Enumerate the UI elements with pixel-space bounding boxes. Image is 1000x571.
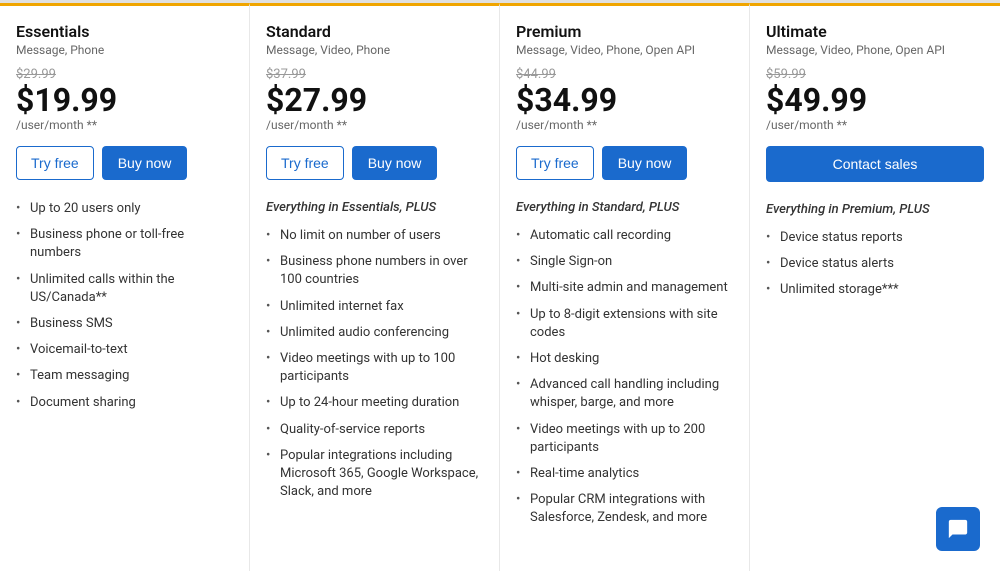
plan-original-price-premium: $44.99	[516, 67, 733, 82]
plan-tagline-essentials: Message, Phone	[16, 43, 233, 57]
plan-original-price-standard: $37.99	[266, 67, 483, 82]
list-item: Single Sign-on	[516, 253, 733, 271]
plan-name-standard: Standard	[266, 22, 483, 41]
plan-price-note-ultimate: /user/month **	[766, 118, 984, 132]
plan-col-ultimate: Ultimate Message, Video, Phone, Open API $…	[750, 3, 1000, 571]
list-item: Unlimited audio conferencing	[266, 324, 483, 342]
list-item: Real-time analytics	[516, 465, 733, 483]
plan-price-note-essentials: /user/month **	[16, 118, 233, 132]
try-free-button-premium[interactable]: Try free	[516, 146, 594, 180]
chat-widget[interactable]	[936, 507, 980, 551]
list-item: No limit on number of users	[266, 227, 483, 245]
try-free-button-essentials[interactable]: Try free	[16, 146, 94, 180]
btn-group-essentials: Try freeBuy now	[16, 146, 233, 180]
list-item: Video meetings with up to 200 participan…	[516, 421, 733, 457]
plan-col-premium: Premium Message, Video, Phone, Open API $4…	[500, 3, 750, 571]
list-item: Unlimited storage***	[766, 281, 984, 299]
list-item: Business SMS	[16, 315, 233, 333]
plan-tagline-premium: Message, Video, Phone, Open API	[516, 43, 733, 57]
plan-current-price-ultimate: $49.99	[766, 84, 984, 116]
feature-list-essentials: Up to 20 users only Business phone or tol…	[16, 200, 233, 412]
plan-tagline-standard: Message, Video, Phone	[266, 43, 483, 57]
section-label-standard: Everything in Essentials, PLUS	[266, 200, 483, 215]
btn-group-premium: Try freeBuy now	[516, 146, 733, 180]
list-item: Device status reports	[766, 229, 984, 247]
list-item: Quality-of-service reports	[266, 421, 483, 439]
pricing-grid: Essentials Message, Phone $29.99 $19.99/use…	[0, 0, 1000, 571]
plan-name-premium: Premium	[516, 22, 733, 41]
list-item: Business phone numbers in over 100 count…	[266, 253, 483, 289]
plan-col-standard: Standard Message, Video, Phone $37.99 $27.9…	[250, 3, 500, 571]
feature-list-standard: No limit on number of users Business phon…	[266, 227, 483, 501]
list-item: Up to 8-digit extensions with site codes	[516, 306, 733, 342]
list-item: Unlimited internet fax	[266, 298, 483, 316]
feature-list-ultimate: Device status reports Device status alert…	[766, 229, 984, 300]
section-label-ultimate: Everything in Premium, PLUS	[766, 202, 984, 217]
plan-col-essentials: Essentials Message, Phone $29.99 $19.99/use…	[0, 3, 250, 571]
section-label-premium: Everything in Standard, PLUS	[516, 200, 733, 215]
list-item: Advanced call handling including whisper…	[516, 376, 733, 412]
plan-tagline-ultimate: Message, Video, Phone, Open API	[766, 43, 984, 57]
plan-current-price-essentials: $19.99	[16, 84, 233, 116]
btn-group-standard: Try freeBuy now	[266, 146, 483, 180]
list-item: Popular CRM integrations with Salesforce…	[516, 491, 733, 527]
plan-original-price-essentials: $29.99	[16, 67, 233, 82]
buy-now-button-essentials[interactable]: Buy now	[102, 146, 188, 180]
list-item: Hot desking	[516, 350, 733, 368]
list-item: Document sharing	[16, 394, 233, 412]
feature-list-premium: Automatic call recording Single Sign-on Mu…	[516, 227, 733, 527]
list-item: Up to 20 users only	[16, 200, 233, 218]
list-item: Automatic call recording	[516, 227, 733, 245]
plan-name-essentials: Essentials	[16, 22, 233, 41]
list-item: Popular integrations including Microsoft…	[266, 447, 483, 502]
list-item: Unlimited calls within the US/Canada**	[16, 271, 233, 307]
list-item: Device status alerts	[766, 255, 984, 273]
plan-price-note-premium: /user/month **	[516, 118, 733, 132]
chat-icon	[947, 518, 969, 540]
list-item: Business phone or toll-free numbers	[16, 226, 233, 262]
plan-original-price-ultimate: $59.99	[766, 67, 984, 82]
list-item: Voicemail-to-text	[16, 341, 233, 359]
buy-now-button-standard[interactable]: Buy now	[352, 146, 438, 180]
list-item: Up to 24-hour meeting duration	[266, 394, 483, 412]
try-free-button-standard[interactable]: Try free	[266, 146, 344, 180]
plan-name-ultimate: Ultimate	[766, 22, 984, 41]
list-item: Video meetings with up to 100 participan…	[266, 350, 483, 386]
list-item: Multi-site admin and management	[516, 279, 733, 297]
plan-price-note-standard: /user/month **	[266, 118, 483, 132]
list-item: Team messaging	[16, 367, 233, 385]
contact-sales-button-ultimate[interactable]: Contact sales	[766, 146, 984, 182]
buy-now-button-premium[interactable]: Buy now	[602, 146, 688, 180]
plan-current-price-premium: $34.99	[516, 84, 733, 116]
plan-current-price-standard: $27.99	[266, 84, 483, 116]
